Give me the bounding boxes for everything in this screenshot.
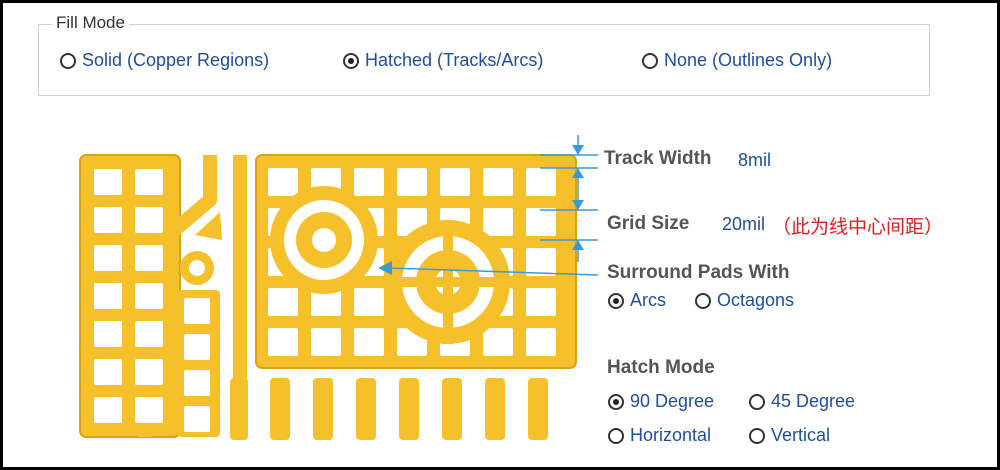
grid-size-label: Grid Size — [607, 213, 690, 234]
hatch-horizontal-label: Horizontal — [630, 425, 712, 445]
hatch-opening — [526, 248, 556, 276]
hatch-opening — [94, 207, 122, 233]
hatch-opening — [94, 169, 122, 195]
hatch-90-radio[interactable]: 90 Degree — [608, 391, 714, 412]
hatch-opening — [354, 288, 384, 316]
radio-unchecked-icon — [749, 427, 765, 444]
hatch-opening — [94, 283, 122, 309]
hatch-90-label: 90 Degree — [630, 391, 715, 411]
hatch-opening — [135, 245, 163, 271]
radio-checked-icon — [608, 292, 624, 309]
hatch-45-radio[interactable]: 45 Degree — [749, 391, 855, 412]
hatch-opening — [94, 397, 122, 423]
track-width-value: 8mil — [738, 150, 772, 170]
hatch-opening — [311, 328, 341, 356]
hatch-opening — [526, 288, 556, 316]
hatch-opening — [135, 321, 163, 347]
hatch-opening — [184, 370, 210, 396]
surround-arcs-radio[interactable]: Arcs — [608, 290, 666, 311]
hatch-45-label: 45 Degree — [771, 391, 856, 411]
hatch-mode-label: Hatch Mode — [607, 357, 715, 378]
radio-checked-icon — [608, 393, 624, 410]
surround-octagons-radio[interactable]: Octagons — [695, 290, 794, 311]
hatch-opening — [184, 298, 210, 324]
hatch-opening — [135, 207, 163, 233]
hatch-opening — [184, 334, 210, 360]
copper-small-pad-hole — [189, 260, 205, 276]
radio-unchecked-icon — [749, 393, 765, 410]
surround-octagons-label: Octagons — [717, 290, 795, 310]
hatch-opening — [268, 168, 298, 196]
hatch-opening — [526, 208, 556, 236]
hatch-opening — [440, 168, 470, 196]
hatch-opening — [483, 328, 513, 356]
grid-size-value: 20mil — [722, 214, 766, 234]
hatch-opening — [135, 283, 163, 309]
hatch-opening — [483, 168, 513, 196]
radio-unchecked-icon — [608, 427, 624, 444]
grid-size-note: （此为线中心间距） — [772, 217, 944, 238]
hatch-opening — [94, 359, 122, 385]
hatch-opening — [135, 397, 163, 423]
radio-unchecked-icon — [695, 292, 711, 309]
hatch-opening — [94, 245, 122, 271]
hatch-opening — [354, 328, 384, 356]
hatch-opening — [483, 208, 513, 236]
hatch-opening — [354, 168, 384, 196]
hatch-vertical-radio[interactable]: Vertical — [749, 425, 830, 446]
hatch-vertical-label: Vertical — [771, 425, 831, 445]
hatch-opening — [397, 168, 427, 196]
hatch-opening — [94, 321, 122, 347]
hatch-opening — [268, 328, 298, 356]
track-width-label: Track Width — [604, 148, 712, 169]
hatch-opening — [135, 169, 163, 195]
hatch-opening — [268, 288, 298, 316]
hatch-opening — [526, 328, 556, 356]
hatch-horizontal-radio[interactable]: Horizontal — [608, 425, 711, 446]
surround-pads-label: Surround Pads With — [607, 262, 790, 283]
hatch-opening — [184, 406, 210, 432]
hatch-opening — [135, 359, 163, 385]
hatch-opening — [526, 168, 556, 196]
surround-arcs-label: Arcs — [630, 290, 666, 310]
copper-fingers — [230, 378, 548, 440]
